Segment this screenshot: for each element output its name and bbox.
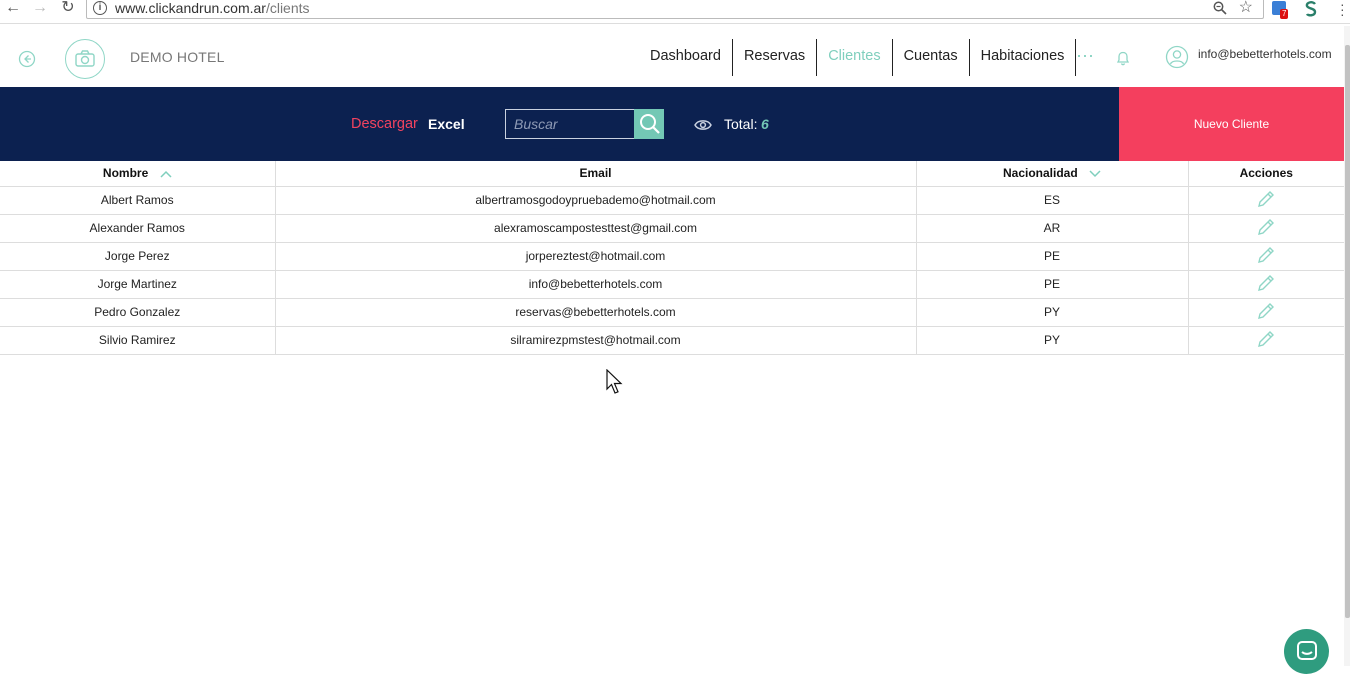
edit-pencil-icon[interactable]: [1257, 330, 1275, 351]
browser-forward-icon[interactable]: →: [31, 0, 49, 18]
table-row[interactable]: Silvio Ramirez silramirezpmstest@hotmail…: [0, 326, 1344, 355]
cell-actions: [1188, 214, 1344, 243]
total-label: Total:: [724, 116, 758, 132]
hotel-logo-upload[interactable]: [65, 39, 105, 79]
total-count: 6: [761, 116, 769, 132]
column-header-nationality-label: Nacionalidad: [1002, 165, 1078, 180]
cell-email: jorpereztest@hotmail.com: [275, 242, 917, 271]
user-email[interactable]: info@bebetterhotels.com: [1198, 47, 1332, 61]
cell-name: Albert Ramos: [0, 186, 276, 215]
more-dots-icon[interactable]: ···: [1076, 46, 1096, 66]
edit-pencil-icon[interactable]: [1257, 246, 1275, 267]
cell-email: alexramoscampostesttest@gmail.com: [275, 214, 917, 243]
chat-icon: [1297, 641, 1317, 660]
browser-reload-icon[interactable]: ↻: [59, 0, 77, 18]
chat-widget-button[interactable]: [1284, 629, 1329, 674]
table-row[interactable]: Jorge Perez jorpereztest@hotmail.com PE: [0, 242, 1344, 271]
nav-dashboard[interactable]: Dashboard: [639, 39, 732, 76]
column-header-actions-label: Acciones: [1239, 166, 1293, 181]
cell-email: info@bebetterhotels.com: [275, 270, 917, 299]
table-row[interactable]: Pedro Gonzalez reservas@bebetterhotels.c…: [0, 298, 1344, 327]
cell-name: Jorge Martinez: [0, 270, 276, 299]
eye-icon: [694, 118, 712, 136]
user-avatar-icon[interactable]: [1165, 45, 1189, 74]
search-button[interactable]: [634, 109, 664, 139]
cell-actions: [1188, 298, 1344, 327]
cell-name: Pedro Gonzalez: [0, 298, 276, 327]
sort-ascending-icon[interactable]: [160, 167, 172, 181]
column-header-email-label: Email: [579, 166, 612, 181]
cell-nationality: PY: [916, 298, 1189, 327]
column-header-email[interactable]: Email: [275, 161, 917, 187]
column-header-name[interactable]: Nombre: [0, 161, 276, 187]
cell-actions: [1188, 242, 1344, 271]
cell-actions: [1188, 326, 1344, 355]
edit-pencil-icon[interactable]: [1257, 302, 1275, 323]
edit-pencil-icon[interactable]: [1257, 274, 1275, 295]
cell-name: Alexander Ramos: [0, 214, 276, 243]
site-info-icon[interactable]: i: [93, 1, 107, 15]
nav-clientes[interactable]: Clientes: [816, 39, 891, 76]
address-url: www.clickandrun.com.ar/clients: [115, 0, 310, 16]
cell-email: reservas@bebetterhotels.com: [275, 298, 917, 327]
cell-name: Jorge Perez: [0, 242, 276, 271]
mouse-cursor-icon: [606, 368, 624, 400]
cell-email: silramirezpmstest@hotmail.com: [275, 326, 917, 355]
table-row[interactable]: Albert Ramos albertramosgodoypruebademo@…: [0, 186, 1344, 215]
table-row[interactable]: Jorge Martinez info@bebetterhotels.com P…: [0, 270, 1344, 299]
hotel-name: DEMO HOTEL: [130, 49, 225, 65]
bell-icon[interactable]: [1115, 50, 1131, 71]
column-header-nationality[interactable]: Nacionalidad: [916, 161, 1189, 187]
nav-cuentas[interactable]: Cuentas: [891, 39, 969, 76]
sort-descending-icon[interactable]: [1089, 167, 1101, 181]
app-header: DEMO HOTEL Dashboard Reservas Clientes C…: [0, 26, 1350, 87]
browser-toolbar: ← → ↻ i www.clickandrun.com.ar/clients ☆…: [0, 0, 1350, 24]
table-row[interactable]: Alexander Ramos alexramoscampostesttest@…: [0, 214, 1344, 243]
excel-download-link[interactable]: Excel: [428, 116, 465, 132]
cell-name: Silvio Ramirez: [0, 326, 276, 355]
table-header-row: Nombre Email Nacionalidad Acciones: [0, 161, 1344, 187]
edit-pencil-icon[interactable]: [1257, 218, 1275, 239]
extension-s-icon[interactable]: [1304, 1, 1318, 17]
clients-toolbar: Descargar Excel Total: 6: [0, 87, 1119, 161]
camera-icon: [75, 50, 95, 67]
bookmark-star-icon[interactable]: ☆: [1239, 0, 1253, 16]
cell-nationality: PE: [916, 270, 1189, 299]
download-label[interactable]: Descargar: [351, 116, 418, 132]
cell-nationality: AR: [916, 214, 1189, 243]
cell-nationality: PE: [916, 242, 1189, 271]
cell-email: albertramosgodoypruebademo@hotmail.com: [275, 186, 917, 215]
page-scrollbar-thumb[interactable]: [1345, 45, 1350, 618]
search-input[interactable]: [505, 109, 635, 139]
cell-nationality: ES: [916, 186, 1189, 215]
nav-habitaciones[interactable]: Habitaciones: [968, 39, 1077, 76]
cell-nationality: PY: [916, 326, 1189, 355]
search-icon: [640, 114, 660, 134]
cell-actions: [1188, 186, 1344, 215]
address-bar[interactable]: i www.clickandrun.com.ar/clients ☆: [86, 0, 1264, 19]
cell-actions: [1188, 270, 1344, 299]
clients-table: Nombre Email Nacionalidad Acciones Alber…: [0, 161, 1344, 355]
column-header-name-label: Nombre: [102, 165, 149, 180]
browser-back-icon[interactable]: ←: [4, 0, 22, 18]
main-nav: Dashboard Reservas Clientes Cuentas Habi…: [639, 39, 1077, 76]
extension-checklist-icon[interactable]: 7: [1272, 1, 1289, 19]
column-header-actions: Acciones: [1188, 161, 1344, 187]
browser-menu-icon[interactable]: · · ·: [1340, 0, 1346, 21]
new-client-button[interactable]: Nuevo Cliente: [1119, 87, 1344, 161]
edit-pencil-icon[interactable]: [1257, 190, 1275, 211]
extension-badge: 7: [1280, 9, 1289, 19]
zoom-icon[interactable]: [1213, 1, 1227, 20]
nav-reservas[interactable]: Reservas: [731, 39, 816, 76]
back-circle-icon[interactable]: [18, 50, 36, 68]
